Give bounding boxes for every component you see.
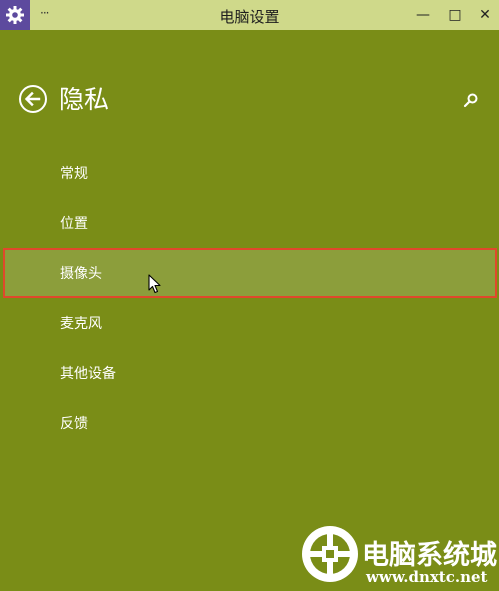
search-icon: [463, 93, 478, 108]
mouse-cursor-icon: [148, 274, 161, 294]
search-button[interactable]: [460, 90, 482, 112]
nav-item-label: 位置: [60, 216, 88, 232]
nav-item-microphone[interactable]: 麦克风: [0, 298, 499, 348]
nav-item-camera[interactable]: 摄像头: [3, 248, 497, 298]
page-title: 隐私: [59, 85, 110, 114]
watermark-logo-icon: [302, 526, 358, 582]
close-button[interactable]: ✕: [470, 0, 499, 30]
nav-item-label: 常规: [60, 166, 88, 182]
minimize-button[interactable]: —: [408, 0, 438, 30]
nav-item-location[interactable]: 位置: [0, 198, 499, 248]
watermark-name: 电脑系统城: [362, 540, 497, 571]
nav-item-feedback[interactable]: 反馈: [0, 398, 499, 448]
nav-item-general[interactable]: 常规: [0, 148, 499, 198]
title-bar: ··· 电脑设置 — □ ✕: [0, 0, 499, 30]
nav-item-label: 摄像头: [60, 266, 102, 282]
back-button[interactable]: [18, 84, 48, 114]
nav-item-label: 其他设备: [60, 366, 116, 382]
watermark-url: www.dnxtc.net: [366, 568, 488, 586]
nav-item-other-devices[interactable]: 其他设备: [0, 348, 499, 398]
nav-item-label: 反馈: [60, 416, 88, 432]
back-arrow-icon: [19, 85, 47, 113]
nav-item-label: 麦克风: [60, 316, 102, 332]
maximize-button[interactable]: □: [440, 0, 470, 30]
